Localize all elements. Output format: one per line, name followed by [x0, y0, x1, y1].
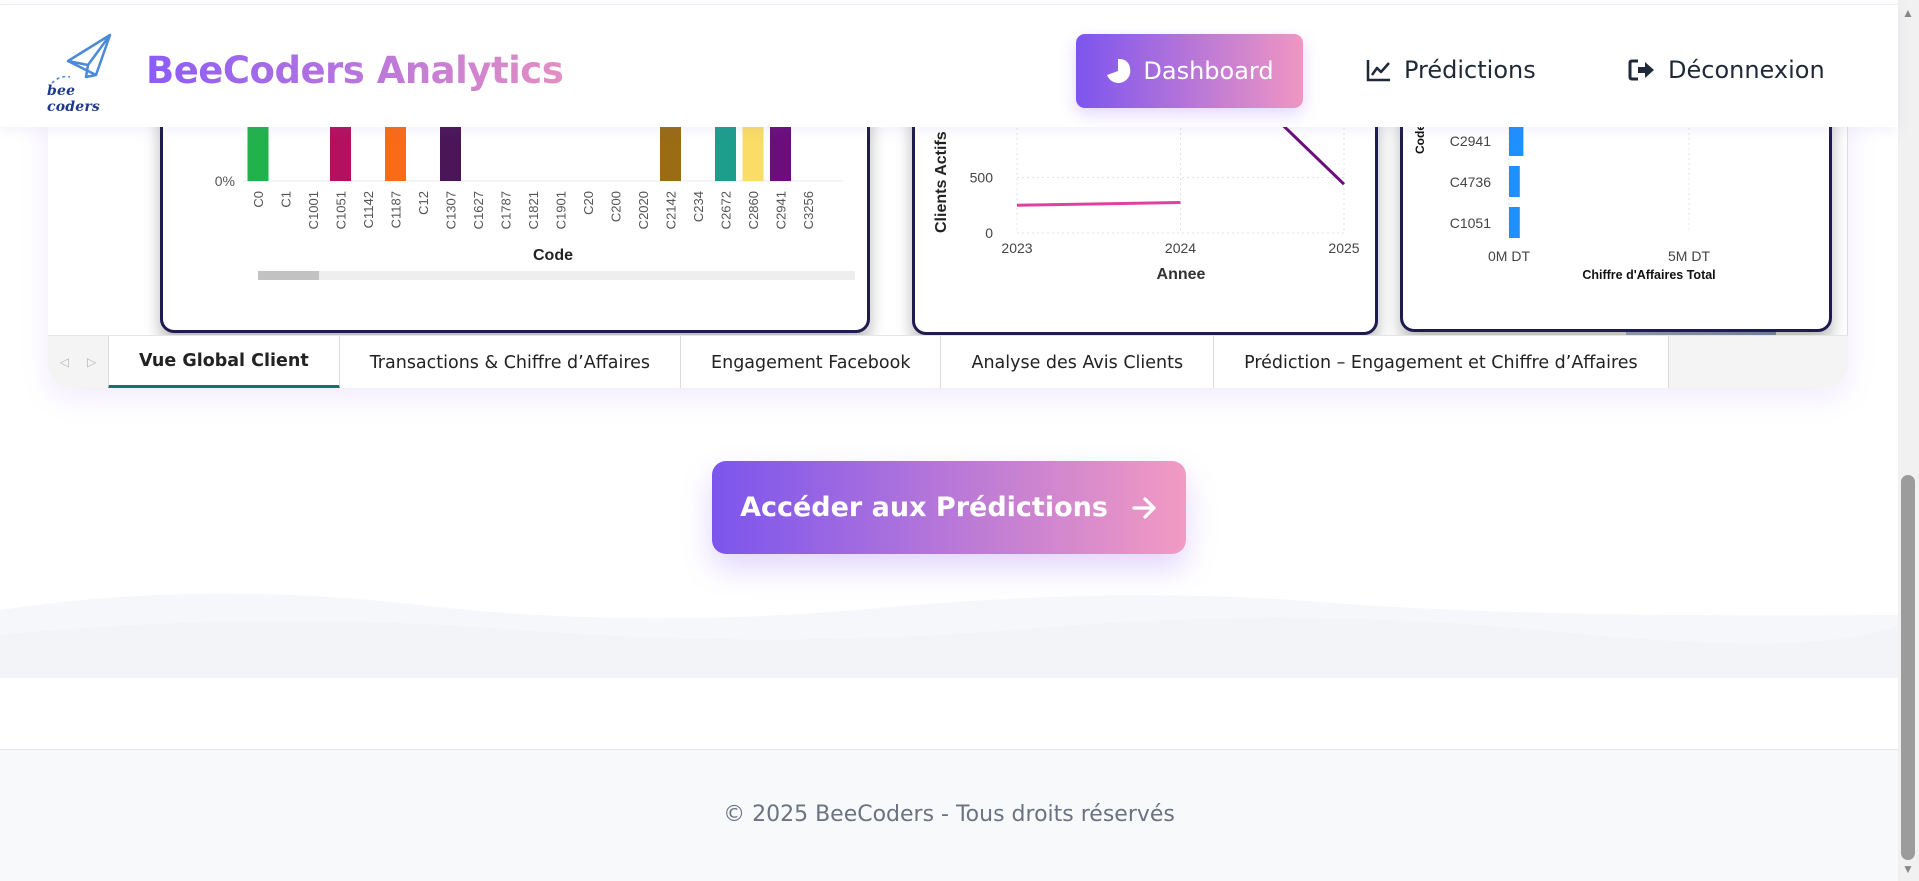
decorative-wave	[0, 593, 1898, 678]
nav-predictions-label: Prédictions	[1404, 56, 1536, 84]
x-tick-label: C2672	[719, 191, 734, 229]
go-to-predictions-button[interactable]: Accéder aux Prédictions	[712, 461, 1186, 554]
chart-scrollbar-thumb	[258, 271, 319, 280]
top-navbar: bee coders BeeCoders Analytics Dashboard…	[0, 4, 1898, 127]
x-tick-label: C1051	[334, 191, 349, 229]
go-to-predictions-label: Accéder aux Prédictions	[740, 492, 1108, 523]
x-axis-title: Code	[533, 247, 573, 264]
x-axis-title: Chiffre d'Affaires Total	[1582, 268, 1715, 282]
series-line-0	[1016, 200, 1181, 207]
nav-logout-label: Déconnexion	[1668, 56, 1825, 84]
x-tick-label: 0M DT	[1488, 248, 1530, 264]
tab-prediction[interactable]: Prédiction – Engagement et Chiffre d’Aff…	[1214, 336, 1669, 388]
footer-copyright: © 2025 BeeCoders - Tous droits réservés	[723, 802, 1175, 827]
sign-out-icon	[1628, 59, 1654, 81]
x-tick-label: C1187	[389, 191, 404, 228]
nav-dashboard-label: Dashboard	[1143, 57, 1274, 85]
tab-arrows: ◁ ▷	[48, 336, 108, 388]
x-tick-label: C0	[251, 191, 266, 208]
bar-C4736	[1509, 166, 1520, 197]
x-axis-title: Annee	[1157, 266, 1206, 283]
x-tick-label: 2024	[1165, 240, 1196, 256]
x-tick-label: C2860	[746, 191, 761, 229]
page-scrollbar[interactable]: ▲ ▼	[1898, 0, 1919, 881]
x-tick-label: C1142	[361, 191, 376, 228]
x-tick-label: C20	[581, 191, 596, 215]
x-tick-label: C200	[609, 191, 624, 222]
bar-C1051	[1509, 207, 1520, 238]
x-tick-label: C12	[416, 191, 431, 215]
y-tick-label: 0	[985, 225, 993, 241]
y-axis-title: Clients Actifs /	[933, 122, 950, 233]
x-tick-label: C2020	[636, 191, 651, 229]
x-tick-label: 5M DT	[1668, 248, 1710, 264]
nav-logout-link[interactable]: Déconnexion	[1628, 56, 1825, 84]
tab-next-icon[interactable]: ▷	[87, 355, 96, 369]
scroll-up-icon[interactable]: ▲	[1902, 6, 1914, 20]
x-tick-label: C1307	[444, 191, 459, 229]
tab-engagement-facebook[interactable]: Engagement Facebook	[681, 336, 942, 388]
nav-dashboard-button[interactable]: Dashboard	[1076, 34, 1303, 108]
tab-transactions[interactable]: Transactions & Chiffre d’Affaires	[339, 336, 682, 388]
scroll-down-icon[interactable]: ▼	[1902, 862, 1914, 876]
x-tick-label: C1627	[471, 191, 486, 229]
logo-text: bee coders	[47, 83, 101, 115]
nav-predictions-link[interactable]: Prédictions	[1366, 56, 1536, 84]
x-tick-label: C2142	[664, 191, 679, 229]
x-tick-label: C1821	[526, 191, 541, 229]
y-tick-label: C1051	[1450, 215, 1491, 231]
x-tick-label: C1001	[306, 191, 321, 229]
tab-analyse-avis[interactable]: Analyse des Avis Clients	[941, 336, 1215, 388]
page-scrollbar-thumb[interactable]	[1901, 475, 1915, 860]
x-tick-label: 2025	[1328, 240, 1359, 256]
bar-C2941	[1509, 125, 1524, 156]
x-tick-label: C1787	[499, 191, 514, 229]
line-chart-icon	[1366, 60, 1390, 82]
pie-chart-icon	[1107, 58, 1131, 83]
y-tick-label: C2941	[1450, 133, 1491, 149]
report-page-tabs: ◁ ▷ Vue Global Client Transactions & Chi…	[48, 335, 1848, 388]
y-tick-label: C4736	[1450, 174, 1491, 190]
y-tick-label: 0%	[215, 173, 235, 189]
tab-prev-icon[interactable]: ◁	[60, 355, 69, 369]
x-tick-label: 2023	[1001, 240, 1032, 256]
x-tick-label: C2941	[774, 191, 789, 229]
x-tick-label: C1901	[554, 191, 569, 229]
y-tick-label: 500	[970, 170, 994, 186]
page-footer: © 2025 BeeCoders - Tous droits réservés	[0, 749, 1898, 881]
paper-plane-icon	[51, 33, 112, 84]
brand-logo[interactable]: bee coders	[44, 31, 124, 115]
chart-scrollbar-track	[258, 271, 855, 280]
tab-vue-global-client[interactable]: Vue Global Client	[108, 336, 340, 388]
x-tick-label: C3256	[801, 191, 816, 229]
x-tick-label: C1	[279, 191, 294, 208]
x-tick-label: C234	[691, 191, 706, 222]
arrow-right-icon	[1132, 496, 1156, 519]
brand-name[interactable]: BeeCoders Analytics	[146, 49, 564, 92]
y-axis-title: Code	[1413, 124, 1427, 154]
